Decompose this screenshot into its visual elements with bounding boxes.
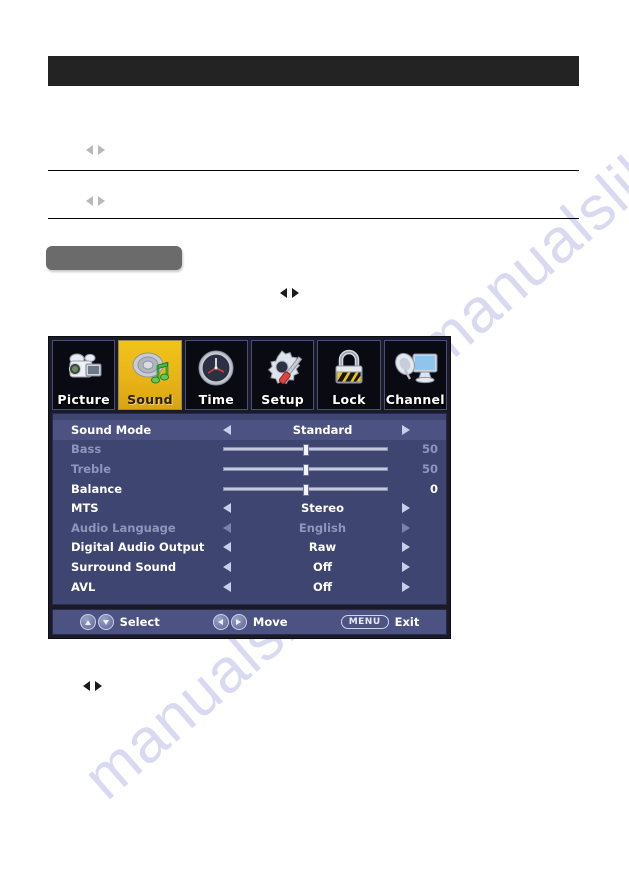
setting-label: Bass bbox=[71, 442, 102, 457]
setting-value: Raw bbox=[308, 540, 337, 555]
arrow-pair-icon bbox=[86, 196, 105, 206]
bass-slider[interactable] bbox=[223, 444, 388, 457]
osd-tab-bar: Picture Sound Time Setup Lock Channel bbox=[52, 340, 447, 410]
tab-sound[interactable]: Sound bbox=[118, 340, 182, 410]
tab-label: Setup bbox=[261, 392, 305, 407]
chevron-right-icon[interactable] bbox=[402, 503, 410, 514]
tab-label: Time bbox=[198, 392, 235, 407]
hint-move-label: Move bbox=[252, 615, 288, 630]
arrow-pair-icon bbox=[86, 145, 105, 155]
page-header-bar bbox=[48, 56, 579, 86]
setting-label: Treble bbox=[71, 461, 112, 476]
setting-value: 50 bbox=[421, 461, 438, 476]
arrow-pair-icon bbox=[280, 288, 299, 298]
setting-row-digital-audio-output[interactable]: Digital Audio Output Raw bbox=[53, 538, 446, 558]
arrow-down-key-icon bbox=[97, 614, 114, 631]
arrow-left-key-icon bbox=[212, 614, 229, 631]
hint-exit-label: Exit bbox=[394, 615, 420, 630]
padlock-icon bbox=[318, 343, 379, 393]
arrow-pair-icon bbox=[83, 681, 102, 691]
field-underline bbox=[48, 170, 579, 171]
tab-time[interactable]: Time bbox=[184, 340, 248, 410]
hint-exit: MENU Exit bbox=[340, 615, 420, 630]
setting-row-treble[interactable]: Treble 50 bbox=[53, 459, 446, 479]
setting-row-bass[interactable]: Bass 50 bbox=[53, 440, 446, 460]
setting-value: Standard bbox=[292, 422, 353, 437]
osd-menu: Picture Sound Time Setup Lock Channel So… bbox=[48, 336, 451, 640]
treble-slider[interactable] bbox=[223, 463, 388, 476]
clock-icon bbox=[186, 343, 247, 393]
setting-row-audio-language[interactable]: Audio Language English bbox=[53, 518, 446, 538]
chevron-right-icon[interactable] bbox=[402, 522, 410, 533]
setting-label: Surround Sound bbox=[71, 559, 177, 574]
setting-value: Stereo bbox=[301, 501, 344, 516]
setting-label: MTS bbox=[71, 501, 99, 516]
hint-select-label: Select bbox=[119, 615, 160, 630]
tab-label: Picture bbox=[57, 392, 110, 407]
setting-value: Off bbox=[312, 559, 333, 574]
updown-keys-icon bbox=[79, 614, 114, 631]
leftright-keys-icon bbox=[212, 614, 247, 631]
gear-screwdriver-icon bbox=[252, 343, 313, 393]
chevron-right-icon[interactable] bbox=[402, 424, 410, 435]
arrow-up-key-icon bbox=[79, 614, 96, 631]
tab-label: Channel bbox=[385, 392, 445, 407]
hint-select: Select bbox=[79, 614, 160, 631]
watermark: manualslib.com bbox=[402, 38, 629, 383]
gray-button[interactable] bbox=[46, 246, 182, 270]
setting-value: Off bbox=[312, 579, 333, 594]
chevron-right-icon[interactable] bbox=[402, 581, 410, 592]
setting-label: Balance bbox=[71, 481, 123, 496]
setting-row-balance[interactable]: Balance 0 bbox=[53, 479, 446, 499]
setting-label: Digital Audio Output bbox=[71, 540, 205, 555]
hint-move: Move bbox=[212, 614, 288, 631]
field-underline bbox=[48, 218, 579, 219]
setting-label: AVL bbox=[71, 579, 96, 594]
setting-value: English bbox=[298, 520, 347, 535]
tab-label: Lock bbox=[332, 392, 366, 407]
tab-setup[interactable]: Setup bbox=[250, 340, 315, 410]
arrow-right-key-icon bbox=[230, 614, 247, 631]
setting-row-mts[interactable]: MTS Stereo bbox=[53, 498, 446, 518]
chevron-right-icon[interactable] bbox=[402, 542, 410, 553]
satellite-monitor-icon bbox=[385, 343, 446, 393]
speaker-music-note-icon bbox=[119, 343, 180, 393]
setting-row-surround-sound[interactable]: Surround Sound Off bbox=[53, 557, 446, 577]
setting-row-sound-mode[interactable]: Sound Mode Standard bbox=[53, 420, 446, 440]
tab-picture[interactable]: Picture bbox=[52, 340, 116, 410]
setting-value: 50 bbox=[421, 442, 438, 457]
osd-footer-hints: Select Move MENU Exit bbox=[52, 609, 447, 636]
tab-label: Sound bbox=[127, 392, 173, 407]
tab-channel[interactable]: Channel bbox=[383, 340, 447, 410]
tab-lock[interactable]: Lock bbox=[317, 340, 381, 410]
balance-slider[interactable] bbox=[223, 483, 388, 496]
setting-row-avl[interactable]: AVL Off bbox=[53, 577, 446, 597]
menu-key-badge: MENU bbox=[340, 615, 389, 630]
setting-label: Sound Mode bbox=[71, 422, 152, 437]
setting-value: 0 bbox=[429, 481, 438, 496]
setting-label: Audio Language bbox=[71, 520, 176, 535]
camcorder-icon bbox=[53, 343, 114, 393]
chevron-right-icon[interactable] bbox=[402, 561, 410, 572]
sound-settings-list: Sound Mode Standard Bass 50 Treble 50 Ba… bbox=[52, 413, 447, 606]
